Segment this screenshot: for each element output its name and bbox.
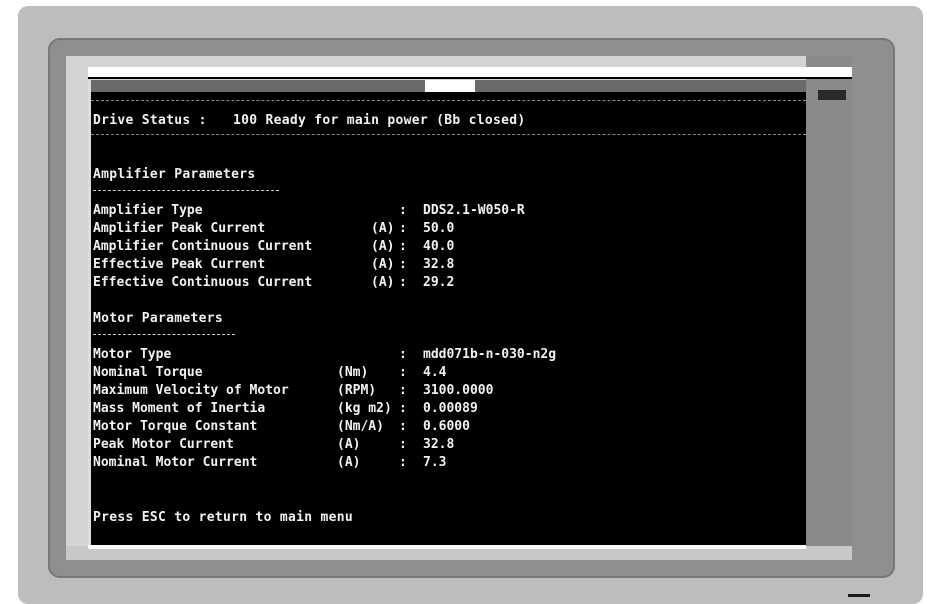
motor-param-separator: : <box>399 365 407 380</box>
screen-bottom-edge <box>88 545 806 549</box>
motor-param-value: 0.00089 <box>423 401 478 416</box>
motor-param-unit: (Nm/A) <box>337 419 384 434</box>
amplifier-param-label: Amplifier Continuous Current <box>93 239 313 254</box>
screen-top-edge <box>88 67 852 79</box>
motor-param-label: Mass Moment of Inertia <box>93 401 266 416</box>
motor-param-unit: (kg m2) <box>337 401 392 416</box>
motor-param-value: 0.6000 <box>423 419 470 434</box>
motor-param-label: Nominal Torque <box>93 365 203 380</box>
motor-param-separator: : <box>399 347 407 362</box>
terminal-screen: Drive Status : 100 Ready for main power … <box>88 80 806 545</box>
motor-param-separator: : <box>399 401 407 416</box>
motor-param-unit: (A) <box>337 437 361 452</box>
scrollbar-thumb[interactable] <box>425 80 475 92</box>
divider <box>91 100 806 101</box>
motor-param-label: Maximum Velocity of Motor <box>93 383 289 398</box>
motor-param-value: 32.8 <box>423 437 455 452</box>
motor-param-value: mdd071b-n-030-n2g <box>423 347 557 362</box>
motor-param-value: 7.3 <box>423 455 447 470</box>
motor-section-title: Motor Parameters <box>93 311 224 326</box>
motor-param-label: Nominal Motor Current <box>93 455 258 470</box>
footer-hint: Press ESC to return to main menu <box>93 510 354 525</box>
divider <box>91 134 806 135</box>
amplifier-param-separator: : <box>399 239 407 254</box>
amplifier-param-separator: : <box>399 203 407 218</box>
status-led-icon <box>848 594 870 597</box>
drive-status-value: 100 Ready for main power (Bb closed) <box>233 113 526 128</box>
amplifier-param-value: DDS2.1-W050-R <box>423 203 525 218</box>
motor-param-unit: (Nm) <box>337 365 369 380</box>
amplifier-param-unit: (A) <box>371 239 395 254</box>
motor-param-value: 4.4 <box>423 365 447 380</box>
bezel-right-panel <box>806 56 852 546</box>
amplifier-param-value: 29.2 <box>423 275 455 290</box>
amplifier-param-label: Effective Peak Current <box>93 257 266 272</box>
motor-param-unit: (RPM) <box>337 383 377 398</box>
amplifier-param-value: 32.8 <box>423 257 455 272</box>
motor-param-unit: (A) <box>337 455 361 470</box>
amplifier-section-title: Amplifier Parameters <box>93 167 256 182</box>
motor-param-label: Motor Type <box>93 347 172 362</box>
motor-param-separator: : <box>399 419 407 434</box>
motor-param-label: Peak Motor Current <box>93 437 234 452</box>
motor-param-separator: : <box>399 383 407 398</box>
drive-status-label: Drive Status : <box>93 113 207 128</box>
motor-param-separator: : <box>399 455 407 470</box>
motor-param-separator: : <box>399 437 407 452</box>
amplifier-param-unit: (A) <box>371 257 395 272</box>
amplifier-param-separator: : <box>399 221 407 236</box>
amplifier-param-label: Amplifier Peak Current <box>93 221 266 236</box>
motor-param-value: 3100.0000 <box>423 383 494 398</box>
amplifier-param-unit: (A) <box>371 221 395 236</box>
amplifier-param-label: Effective Continuous Current <box>93 275 313 290</box>
motor-param-label: Motor Torque Constant <box>93 419 258 434</box>
amplifier-param-value: 50.0 <box>423 221 455 236</box>
scrollbar-track[interactable] <box>91 80 806 92</box>
power-indicator-icon <box>818 90 846 100</box>
amplifier-title-underline <box>93 190 279 191</box>
amplifier-param-unit: (A) <box>371 275 395 290</box>
amplifier-param-value: 40.0 <box>423 239 455 254</box>
motor-title-underline <box>93 334 235 335</box>
amplifier-param-label: Amplifier Type <box>93 203 203 218</box>
amplifier-param-separator: : <box>399 257 407 272</box>
amplifier-param-separator: : <box>399 275 407 290</box>
